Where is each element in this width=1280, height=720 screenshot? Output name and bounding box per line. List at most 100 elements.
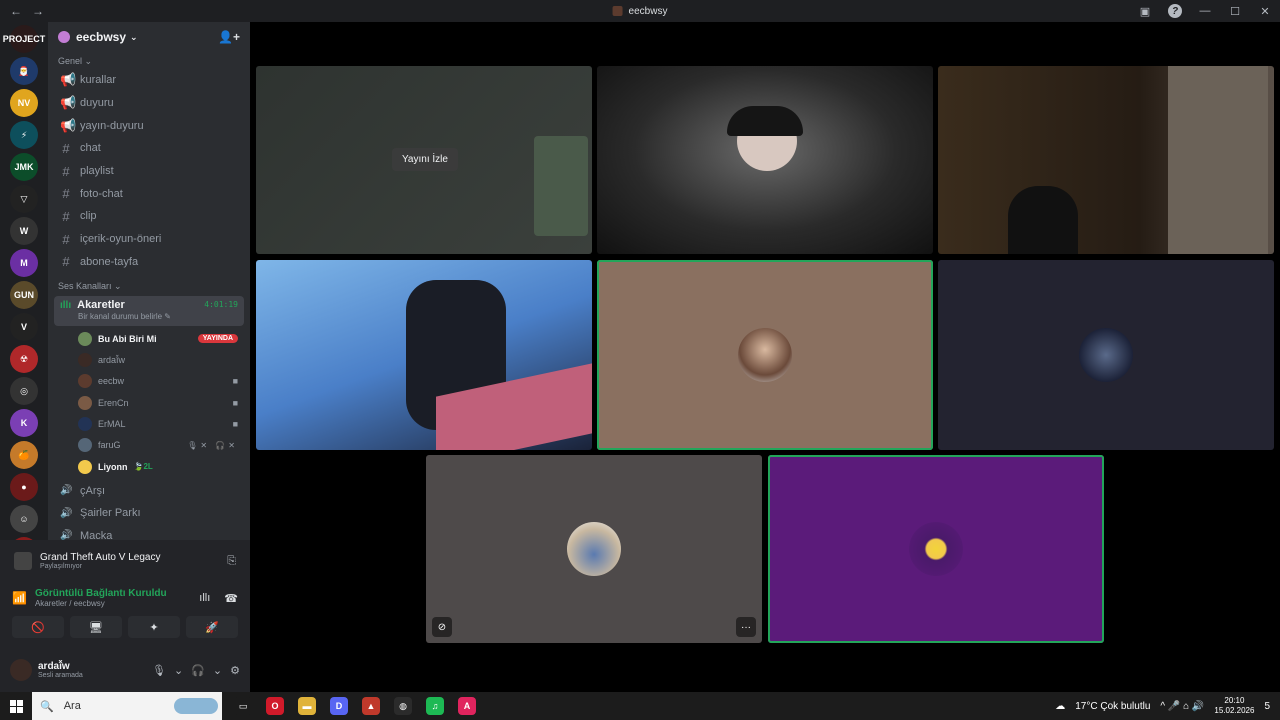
title-bar: ← → eecbwsy ▣ ? — ☐ ✕ [0,0,1280,22]
username[interactable]: ardaî̆w [38,661,83,672]
file-explorer-icon[interactable]: ▬ [298,697,316,715]
stream-tile[interactable]: Yayını İzle [256,66,592,254]
watch-stream-button[interactable]: Yayını İzle [392,148,458,171]
close-button[interactable]: ✕ [1250,5,1280,18]
server-icon[interactable]: ☢ [10,345,38,373]
clock[interactable]: 20:10 15.02.2026 [1214,696,1254,716]
channel-7[interactable]: # içerik-oyun-öneri [48,228,250,251]
channel-6[interactable]: # clip [48,205,250,228]
activity-panel: Grand Theft Auto V Legacy Paylaşılmıyor … [0,540,250,582]
opera-icon[interactable]: O [266,697,284,715]
server-icon[interactable]: PROJECT [3,25,45,53]
server-icon[interactable]: ▽ [10,185,38,213]
mute-icon[interactable]: ⊘ [432,617,452,637]
channel-status[interactable]: Bir kanal durumu belirle ✎ [60,312,238,321]
server-icon[interactable]: K [10,409,38,437]
voice-user[interactable]: faruG 🎙✕ 🎧✕ [48,435,250,456]
video-tile-user-liyonn[interactable] [768,455,1104,643]
forward-icon[interactable]: → [32,4,44,18]
chevron-down-icon[interactable]: ⌄ [174,664,183,677]
video-tile-user-3[interactable]: ⊘ ··· [426,455,762,643]
screen-share-icon[interactable]: 🖥 [70,616,122,638]
server-icon[interactable]: NV [10,89,38,117]
voice-user[interactable]: Bu Abi Biri Mi YAYINDA [48,328,250,349]
camera-off-icon[interactable]: 🚫 [12,616,64,638]
video-tile-user-speaking[interactable] [597,260,933,450]
server-icon[interactable]: W [10,217,38,245]
avatar[interactable] [10,659,32,681]
more-icon[interactable]: ··· [736,617,756,637]
channel-label: duyuru [80,97,114,110]
discord-icon[interactable]: D [330,697,348,715]
server-icon[interactable]: GUN [10,281,38,309]
server-icon[interactable]: ☺ [10,505,38,533]
mic-icon[interactable]: 🎙 [152,664,166,677]
server-icon[interactable]: V [10,313,38,341]
voice-channel-list: 🔊 çArşı 🔊 Şairler Parkı 🔊 Macka [48,479,250,547]
channel-4[interactable]: # playlist [48,160,250,183]
app-icon[interactable]: ◍ [394,697,412,715]
channel-0[interactable]: 📢 kurallar [48,69,250,92]
server-icon[interactable]: 🍊 [10,441,38,469]
voice-channel-akaretler[interactable]: ıllı Akaretler 4:01:19 Bir kanal durumu b… [54,296,244,327]
noise-suppression-icon[interactable]: ıllı [199,592,210,605]
screen-icon[interactable]: ▣ [1130,5,1160,18]
voice-channel-1[interactable]: 🔊 Şairler Parkı [48,502,250,525]
chevron-down-icon[interactable]: ⌄ [213,664,222,677]
guild-header[interactable]: eecbwsy ⌄ 👤+ [48,22,250,52]
minimize-button[interactable]: — [1190,5,1220,17]
voice-user-name: ardaî̆w [98,355,126,366]
app-icon[interactable]: ▲ [362,697,380,715]
voice-user-name: Liyonn [98,461,128,472]
category-voice[interactable]: Ses Kanalları ⌄ [48,277,250,294]
category-text[interactable]: Genel ⌄ [48,52,250,69]
share-screen-icon[interactable]: ⎘ [227,555,236,568]
invite-icon[interactable]: 👤+ [218,30,240,44]
spotify-icon[interactable]: ♫ [426,697,444,715]
back-icon[interactable]: ← [10,4,22,18]
channel-label: clip [80,210,97,223]
tray-icons[interactable]: ^ 🎤 ⌂ 🔊 [1160,701,1204,712]
video-tile-camera-1[interactable] [597,66,933,254]
voice-channel-0[interactable]: 🔊 çArşı [48,479,250,502]
server-icon[interactable]: ◎ [10,377,38,405]
channel-1[interactable]: 📢 duyuru [48,92,250,115]
server-icon[interactable]: ● [10,473,38,501]
server-icon[interactable]: JMK [10,153,38,181]
maximize-button[interactable]: ☐ [1220,5,1250,18]
voice-user[interactable]: ardaî̆w [48,349,250,370]
search-icon: 🔍 [40,700,54,713]
rtc-channel[interactable]: Akaretler / eecbwsy [35,599,167,608]
notification-icon[interactable]: 5 [1264,701,1270,712]
voice-user[interactable]: eecbw ■ [48,371,250,392]
activities-icon[interactable]: ✦ [128,616,180,638]
video-tile-camera-3[interactable] [256,260,592,450]
weather-icon[interactable]: ☁ [1055,701,1065,712]
voice-user[interactable]: ErMAL ■ [48,413,250,434]
channel-5[interactable]: # foto-chat [48,182,250,205]
time: 20:10 [1224,696,1245,705]
settings-icon[interactable]: ⚙ [230,664,240,677]
rtc-status[interactable]: Görüntülü Bağlantı Kuruldu [35,588,167,599]
video-tile-camera-2[interactable] [938,66,1274,254]
channel-3[interactable]: # chat [48,137,250,160]
weather-text[interactable]: 17°C Çok bulutlu [1075,701,1150,712]
soundboard-icon[interactable]: 🚀 [186,616,238,638]
voice-user[interactable]: ErenCn ■ [48,392,250,413]
help-icon[interactable]: ? [1160,4,1190,18]
voice-user[interactable]: Liyonn 🍃2L [48,456,250,477]
headset-icon[interactable]: 🎧 [191,664,205,677]
server-icon[interactable]: 🎅 [10,57,38,85]
task-view-icon[interactable]: ▭ [234,697,252,715]
signal-icon: 📶 [12,591,27,605]
channel-2[interactable]: 📢 yayın-duyuru [48,114,250,137]
app-icon[interactable]: A [458,697,476,715]
taskbar: 🔍 Ara ▭ O ▬ D ▲ ◍ ♫ A ☁ 17°C Çok bulutlu ^ 🎤 ⌂ … [0,692,1280,720]
video-tile-user-2[interactable] [938,260,1274,450]
server-icon[interactable]: ⚡ [10,121,38,149]
channel-8[interactable]: # abone-tayfa [48,251,250,274]
taskbar-search[interactable]: 🔍 Ara [32,692,222,720]
start-button[interactable] [0,692,32,720]
disconnect-icon[interactable]: ☎ [224,592,238,605]
server-icon[interactable]: M [10,249,38,277]
